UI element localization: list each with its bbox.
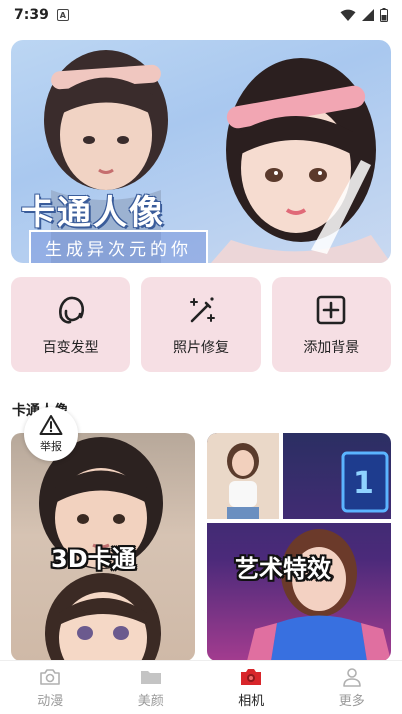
card-art-effects[interactable]: 1 艺术特效 xyxy=(207,433,391,661)
hair-icon xyxy=(58,296,84,324)
report-button[interactable]: 举报 xyxy=(24,407,78,461)
nav-item-more[interactable]: 更多 xyxy=(302,661,402,714)
photo-repair-button[interactable]: 照片修复 xyxy=(141,277,261,372)
card-art-effects-image: 1 xyxy=(207,433,391,661)
add-square-icon xyxy=(317,295,346,324)
svg-text:1: 1 xyxy=(353,466,374,501)
nav-label-camera: 相机 xyxy=(238,693,265,709)
folder-icon xyxy=(140,670,161,684)
card-3d-cartoon-label: 3D卡通 xyxy=(51,545,136,573)
status-time: 7:39 xyxy=(14,7,49,23)
camera-outline-icon xyxy=(40,668,61,685)
nav-label-beauty: 美颜 xyxy=(137,693,164,709)
hairstyle-button[interactable]: 百变发型 xyxy=(11,277,131,372)
nav-item-camera[interactable]: 相机 xyxy=(201,661,302,714)
signal-icon xyxy=(362,9,374,21)
status-bar: 7:39 A xyxy=(0,0,402,30)
card-3d-cartoon[interactable]: 3D卡通 xyxy=(11,433,195,661)
banner-carousel[interactable]: 卡通人像 生成异次元的你 xyxy=(11,40,391,263)
nav-item-beauty[interactable]: 美颜 xyxy=(101,661,202,714)
add-background-button[interactable]: 添加背景 xyxy=(271,277,391,372)
report-label: 举报 xyxy=(40,440,62,453)
hairstyle-label: 百变发型 xyxy=(42,339,99,356)
nav-label-more: 更多 xyxy=(338,693,365,709)
banner-title: 卡通人像 xyxy=(21,193,165,233)
feature-grid: 百变发型 照片修复 添加背景 xyxy=(11,277,391,372)
add-background-label: 添加背景 xyxy=(303,339,360,356)
warning-icon xyxy=(39,415,63,435)
photo-repair-label: 照片修复 xyxy=(172,339,229,356)
wifi-icon xyxy=(340,9,356,21)
notification-icon: A xyxy=(56,9,69,21)
nav-item-anime[interactable]: 动漫 xyxy=(0,661,101,714)
banner-subtitle: 生成异次元的你 xyxy=(29,230,208,263)
battery-icon xyxy=(380,8,388,22)
bottom-navigation: 动漫 美颜 相机 更多 xyxy=(0,660,402,714)
magic-wand-icon xyxy=(189,296,215,322)
camera-filled-icon xyxy=(241,668,262,685)
person-icon xyxy=(342,667,361,687)
status-indicators xyxy=(340,8,388,22)
nav-label-anime: 动漫 xyxy=(37,693,64,709)
card-art-effects-label: 艺术特效 xyxy=(235,555,331,583)
